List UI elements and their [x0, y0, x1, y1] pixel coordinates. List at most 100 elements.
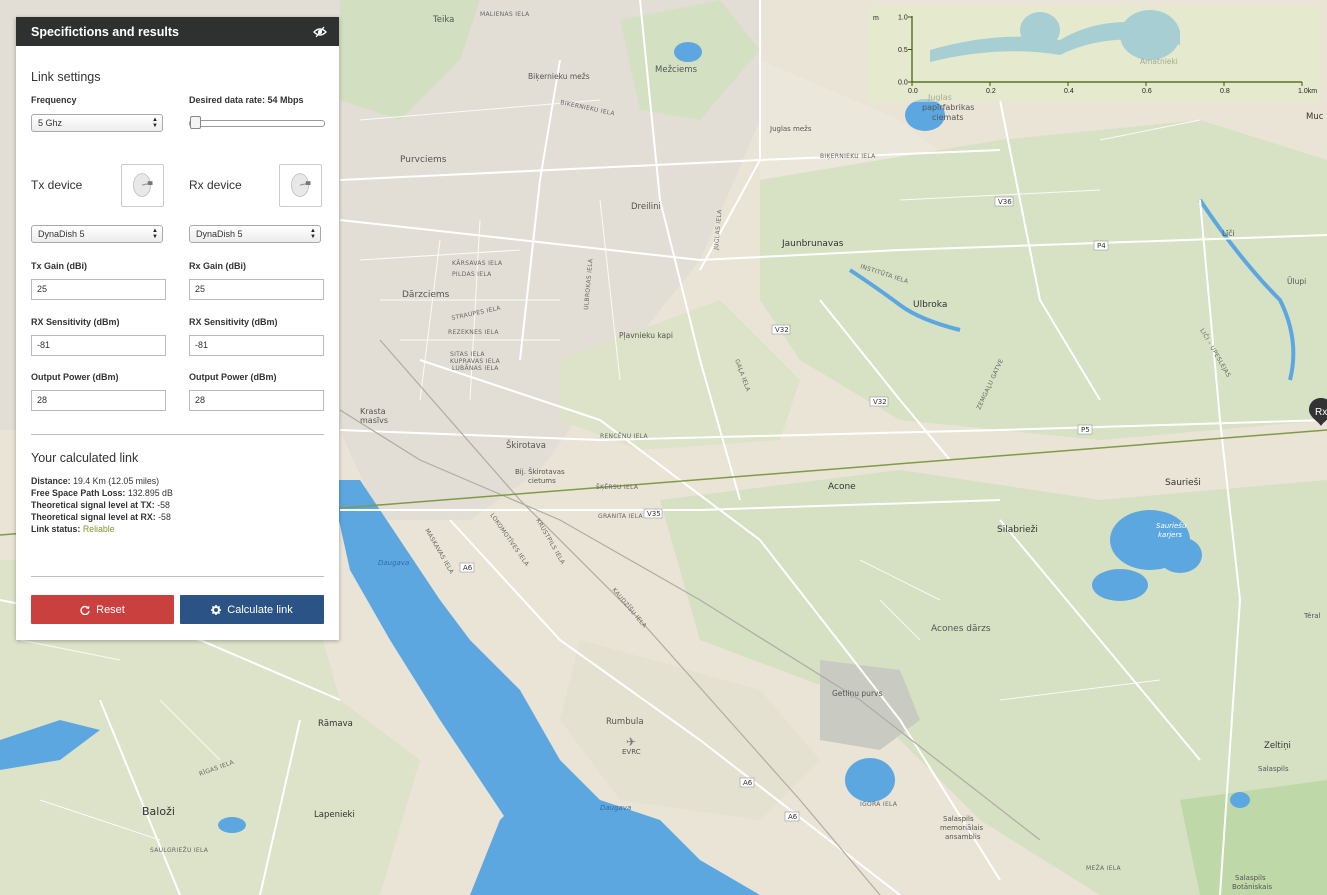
divider	[31, 434, 324, 435]
specifications-panel: Specifictions and results Link settings …	[16, 17, 339, 640]
svg-text:Purvciems: Purvciems	[400, 155, 447, 165]
tx-sensitivity-input[interactable]: -81	[31, 335, 166, 356]
distance-label: Distance:	[31, 476, 71, 486]
svg-text:Jaunbrunavas: Jaunbrunavas	[781, 239, 844, 249]
rx-level-label: Theoretical signal level at RX:	[31, 512, 156, 522]
profile-y-tick-label: 0.5	[898, 47, 908, 54]
fspl-value: 132.895 dB	[127, 488, 173, 498]
tx-gain-label: Tx Gain (dBi)	[31, 261, 87, 271]
svg-text:Bij. Škirotavas: Bij. Škirotavas	[515, 467, 565, 476]
svg-text:SITAS IELA: SITAS IELA	[450, 351, 485, 358]
profile-x-ticks: 0.0 0.2 0.4 0.6 0.8 1.0km	[908, 82, 1317, 95]
panel-header: Specifictions and results	[16, 17, 339, 46]
svg-text:KĀRSAVAS IELA: KĀRSAVAS IELA	[452, 260, 503, 267]
rx-sensitivity-input[interactable]: -81	[189, 335, 324, 356]
svg-text:Zeltiņi: Zeltiņi	[1264, 741, 1291, 751]
svg-text:Dārzciems: Dārzciems	[402, 290, 450, 300]
rx-level-result: Theoretical signal level at RX: -58	[31, 512, 171, 522]
rx-gain-input[interactable]: 25	[189, 279, 324, 300]
select-arrows-icon: ▲ ▼	[152, 228, 158, 240]
svg-text:ciemats: ciemats	[932, 113, 964, 122]
profile-y-tick-label: 0.0	[898, 80, 908, 87]
link-status-result: Link status: Reliable	[31, 524, 115, 534]
svg-text:Salaspils: Salaspils	[1235, 874, 1266, 882]
data-rate-label: Desired data rate: 54 Mbps	[189, 95, 304, 105]
svg-text:Getliņu purvs: Getliņu purvs	[832, 689, 882, 699]
svg-text:BIĶERNIEKU IELA: BIĶERNIEKU IELA	[820, 153, 876, 160]
svg-text:Muc: Muc	[1306, 112, 1324, 122]
svg-text:PILDAS IELA: PILDAS IELA	[452, 271, 492, 278]
data-rate-slider-handle[interactable]	[190, 116, 201, 129]
svg-text:Krasta: Krasta	[360, 407, 386, 416]
svg-text:Mežciems: Mežciems	[655, 65, 698, 75]
svg-text:V32: V32	[775, 326, 789, 334]
svg-text:Teika: Teika	[432, 15, 454, 25]
calculate-link-button[interactable]: Calculate link	[180, 595, 324, 624]
svg-text:Ūlupi: Ūlupi	[1287, 277, 1306, 286]
svg-text:Pļavnieku kapi: Pļavnieku kapi	[619, 331, 673, 341]
svg-text:V36: V36	[998, 198, 1012, 206]
svg-text:Biķernieku mežs: Biķernieku mežs	[528, 72, 590, 82]
svg-text:SAULGRIEŽU IELA: SAULGRIEŽU IELA	[150, 846, 209, 854]
svg-text:masīvs: masīvs	[360, 416, 388, 425]
rx-marker-label: Rx	[1315, 407, 1327, 418]
svg-text:Botāniskais: Botāniskais	[1232, 883, 1272, 891]
svg-text:Baloži: Baloži	[142, 805, 175, 818]
rx-device-select-value: DynaDish 5	[196, 229, 243, 239]
profile-y-ticks: 1.0 0.5 0.0	[898, 15, 912, 87]
profile-x-tick-label: 0.2	[986, 88, 996, 95]
svg-text:Acone: Acone	[828, 482, 856, 492]
link-status-label: Link status:	[31, 524, 81, 534]
data-rate-slider[interactable]	[189, 120, 325, 127]
svg-text:Silabrieži: Silabrieži	[997, 525, 1038, 535]
tx-level-result: Theoretical signal level at TX: -58	[31, 500, 170, 510]
result-title: Your calculated link	[31, 451, 139, 465]
panel-title: Specifictions and results	[31, 24, 179, 39]
svg-text:✈: ✈	[626, 735, 636, 749]
distance-result: Distance: 19.4 Km (12.05 miles)	[31, 476, 159, 486]
eye-slash-icon[interactable]	[313, 25, 327, 39]
tx-level-label: Theoretical signal level at TX:	[31, 500, 155, 510]
elevation-profile-chart: m 1.0 0.5 0.0 0.0 0.2 0.4 0.6 0.8 1.0km	[868, 6, 1320, 102]
frequency-select-value: 5 Ghz	[38, 118, 63, 128]
svg-text:Acones dārzs: Acones dārzs	[931, 624, 991, 634]
tx-power-input[interactable]: 28	[31, 390, 166, 411]
svg-text:Daugava: Daugava	[600, 804, 631, 812]
svg-text:EVRC: EVRC	[622, 748, 641, 756]
rx-device-select[interactable]: DynaDish 5 ▲ ▼	[189, 225, 321, 243]
svg-text:Ulbroka: Ulbroka	[913, 300, 947, 310]
profile-x-tick-label: 0.8	[1220, 88, 1230, 95]
reset-button[interactable]: Reset	[31, 595, 174, 624]
rx-power-input[interactable]: 28	[189, 390, 324, 411]
svg-text:Salaspils: Salaspils	[1258, 765, 1289, 773]
rx-device-label: Rx device	[189, 178, 242, 192]
tx-device-select-value: DynaDish 5	[38, 229, 85, 239]
refresh-icon	[80, 605, 90, 615]
svg-text:P5: P5	[1081, 426, 1090, 434]
profile-y-unit: m	[873, 15, 879, 22]
profile-x-tick-label: 0.0	[908, 88, 918, 95]
svg-text:V35: V35	[647, 510, 661, 518]
tx-sensitivity-label: RX Sensitivity (dBm)	[31, 317, 120, 327]
svg-text:Saurieši: Saurieši	[1165, 477, 1201, 488]
svg-text:papīrfabrikas: papīrfabrikas	[922, 103, 974, 112]
tx-power-label: Output Power (dBm)	[31, 372, 119, 382]
profile-y-tick-label: 1.0	[898, 15, 908, 22]
svg-text:Škirotava: Škirotava	[506, 439, 546, 451]
rx-marker[interactable]: Rx	[1309, 398, 1327, 426]
gear-icon	[211, 604, 222, 615]
rx-gain-label: Rx Gain (dBi)	[189, 261, 247, 271]
svg-text:Lapenieki: Lapenieki	[314, 810, 355, 820]
frequency-select[interactable]: 5 Ghz ▲ ▼	[31, 114, 163, 132]
svg-text:Rumbula: Rumbula	[606, 717, 644, 727]
rx-device-image	[279, 164, 322, 207]
svg-text:ŠĶĒRSU IELA: ŠĶĒRSU IELA	[596, 484, 639, 491]
svg-text:REZEKNES IELA: REZEKNES IELA	[448, 329, 499, 336]
select-arrows-icon: ▲ ▼	[152, 117, 158, 129]
svg-text:Juglas mežs: Juglas mežs	[769, 125, 812, 133]
tx-gain-input[interactable]: 25	[31, 279, 166, 300]
tx-device-select[interactable]: DynaDish 5 ▲ ▼	[31, 225, 163, 243]
svg-text:A6: A6	[743, 779, 753, 787]
rx-level-value: -58	[158, 512, 171, 522]
reset-button-label: Reset	[96, 603, 125, 616]
